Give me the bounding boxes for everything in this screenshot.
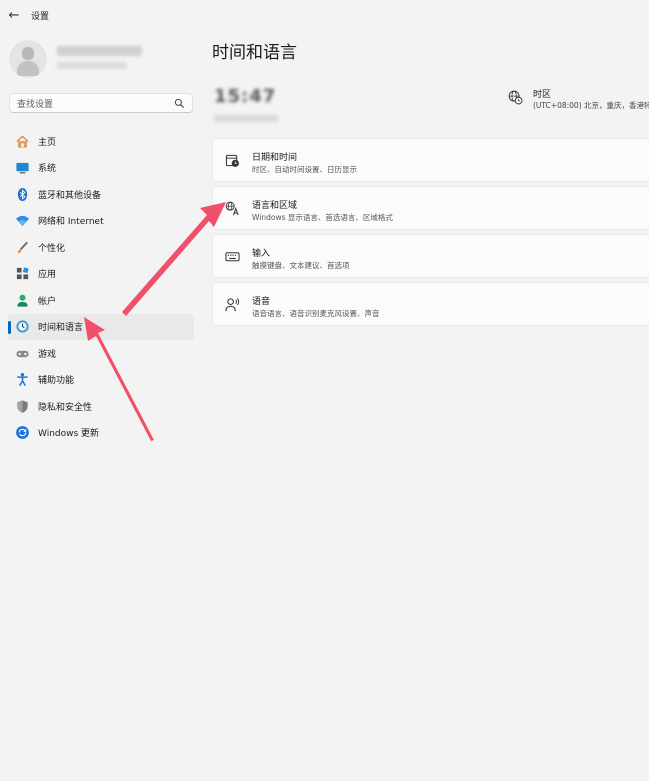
gamepad-icon — [15, 346, 30, 361]
display-icon — [15, 160, 30, 175]
sidebar-item-label: 应用 — [38, 270, 57, 281]
current-date-redacted — [214, 115, 278, 122]
page-title: 时间和语言 — [212, 43, 297, 63]
sidebar-item-label: 系统 — [38, 164, 57, 175]
user-profile[interactable] — [9, 40, 194, 80]
card-description: Windows 显示语言、首选语言、区域格式 — [252, 213, 393, 222]
sidebar-nav: 主页 系统 蓝牙和其他设备 网络和 Internet 个性化 应用 帐户 时间和… — [8, 128, 194, 446]
sidebar-item-label: 游戏 — [38, 349, 57, 360]
shield-icon — [15, 399, 30, 414]
timezone-value: (UTC+08:00) 北京，重庆，香港特 — [533, 101, 649, 110]
sidebar-item-label: 隐私和安全性 — [38, 402, 93, 413]
back-button[interactable]: ← — [3, 4, 25, 26]
bluetooth-icon — [15, 187, 30, 202]
card-title: 语音 — [252, 297, 271, 307]
keyboard-icon — [225, 252, 240, 262]
sidebar-item-network[interactable]: 网络和 Internet — [8, 208, 194, 235]
sidebar-item-bluetooth[interactable]: 蓝牙和其他设备 — [8, 181, 194, 208]
language-icon — [225, 201, 239, 216]
current-time: 15:47 — [214, 86, 284, 108]
sidebar-item-system[interactable]: 系统 — [8, 155, 194, 182]
settings-list: 日期和时间 时区、自动时间设置、日历显示 语言和区域 Windows 显示语言、… — [212, 138, 649, 330]
search-input[interactable]: 查找设置 — [17, 97, 174, 110]
card-description: 时区、自动时间设置、日历显示 — [252, 165, 357, 174]
home-icon — [15, 134, 30, 149]
sidebar-item-label: 蓝牙和其他设备 — [38, 190, 102, 201]
sidebar-item-personalization[interactable]: 个性化 — [8, 234, 194, 261]
sidebar-item-label: 网络和 Internet — [38, 217, 104, 228]
card-title: 日期和时间 — [252, 153, 298, 163]
sidebar-item-label: Windows 更新 — [38, 429, 100, 440]
card-speech[interactable]: 语音 语音语言、语音识别麦克风设置、声音 — [212, 282, 649, 326]
sidebar-item-label: 辅助功能 — [38, 376, 75, 387]
search-icon[interactable] — [174, 98, 185, 109]
speech-icon — [225, 298, 240, 312]
sidebar-item-windows-update[interactable]: Windows 更新 — [8, 420, 194, 447]
sidebar-item-privacy[interactable]: 隐私和安全性 — [8, 393, 194, 420]
card-description: 触摸键盘、文本建议、首选项 — [252, 261, 350, 270]
wifi-icon — [15, 213, 30, 228]
sidebar-item-label: 主页 — [38, 137, 57, 148]
globe-clock-icon — [508, 90, 523, 105]
sidebar-item-gaming[interactable]: 游戏 — [8, 340, 194, 367]
sidebar-item-accessibility[interactable]: 辅助功能 — [8, 367, 194, 394]
sidebar-item-accounts[interactable]: 帐户 — [8, 287, 194, 314]
card-title: 输入 — [252, 249, 271, 259]
sidebar-item-label: 个性化 — [38, 243, 66, 254]
accessibility-icon — [15, 372, 30, 387]
timezone-info: 时区 (UTC+08:00) 北京，重庆，香港特 — [508, 86, 649, 118]
sidebar-item-home[interactable]: 主页 — [8, 128, 194, 155]
card-date-time[interactable]: 日期和时间 时区、自动时间设置、日历显示 — [212, 138, 649, 182]
card-description: 语音语言、语音识别麦克风设置、声音 — [252, 309, 380, 318]
current-time-value: 15:47 — [214, 86, 277, 107]
user-email-redacted — [57, 62, 127, 69]
search-box[interactable]: 查找设置 — [9, 93, 193, 113]
timezone-title: 时区 — [533, 90, 552, 100]
card-title: 语言和区域 — [252, 201, 298, 211]
app-title: 设置 — [31, 11, 50, 22]
sidebar-item-label: 帐户 — [38, 296, 57, 307]
card-typing[interactable]: 输入 触摸键盘、文本建议、首选项 — [212, 234, 649, 278]
apps-icon — [15, 266, 30, 281]
time-language-icon — [15, 319, 30, 334]
sidebar-item-label: 时间和语言 — [38, 323, 84, 334]
user-name-redacted — [57, 46, 142, 56]
calendar-clock-icon — [225, 154, 239, 167]
brush-icon — [15, 240, 30, 255]
avatar — [9, 40, 47, 78]
account-icon — [15, 293, 30, 308]
update-icon — [15, 425, 30, 440]
card-language-region[interactable]: 语言和区域 Windows 显示语言、首选语言、区域格式 — [212, 186, 649, 230]
sidebar-item-apps[interactable]: 应用 — [8, 261, 194, 288]
title-bar: ← 设置 — [0, 0, 649, 30]
sidebar-item-time-language[interactable]: 时间和语言 — [8, 313, 194, 340]
back-arrow-icon: ← — [8, 7, 20, 23]
